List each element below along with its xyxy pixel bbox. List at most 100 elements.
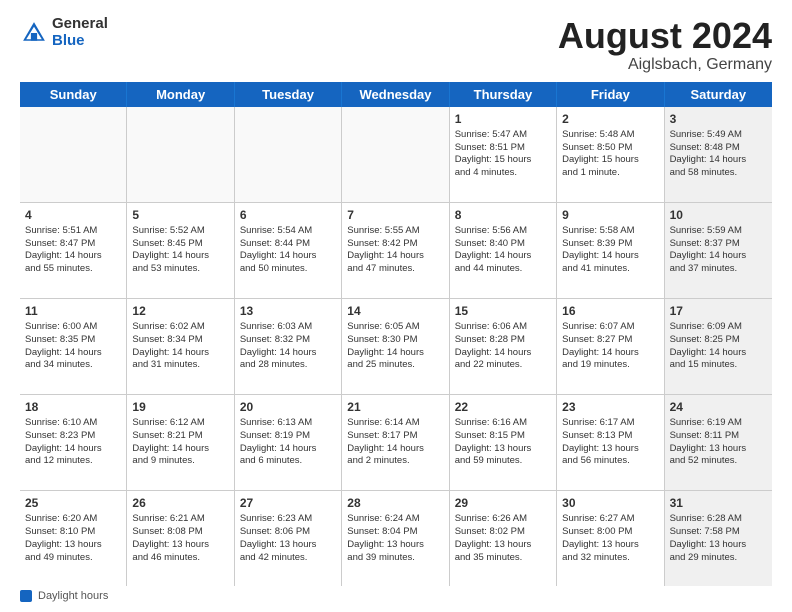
day-number-20: 20 <box>240 399 336 415</box>
cal-cell-4: 4 Sunrise: 5:51 AM Sunset: 8:47 PM Daylig… <box>20 203 127 298</box>
cal-cell-23: 23Sunrise: 6:17 AM Sunset: 8:13 PM Dayli… <box>557 395 664 490</box>
cal-cell-11: 11Sunrise: 6:00 AM Sunset: 8:35 PM Dayli… <box>20 299 127 394</box>
day-info-9: Sunrise: 5:58 AM Sunset: 8:39 PM Dayligh… <box>562 225 639 274</box>
day-info-25: Sunrise: 6:20 AM Sunset: 8:10 PM Dayligh… <box>25 513 102 562</box>
month-year: August 2024 <box>558 16 772 56</box>
cal-cell-26: 26Sunrise: 6:21 AM Sunset: 8:08 PM Dayli… <box>127 491 234 586</box>
calendar: SundayMondayTuesdayWednesdayThursdayFrid… <box>20 82 772 586</box>
day-info-14: Sunrise: 6:05 AM Sunset: 8:30 PM Dayligh… <box>347 321 424 370</box>
cal-cell-29: 29Sunrise: 6:26 AM Sunset: 8:02 PM Dayli… <box>450 491 557 586</box>
day-number-5: 5 <box>132 207 228 223</box>
cal-cell-empty-0-1 <box>127 107 234 202</box>
cal-cell-10: 10 Sunrise: 5:59 AM Sunset: 8:37 PM Dayli… <box>665 203 772 298</box>
day-info-6: Sunrise: 5:54 AM Sunset: 8:44 PM Dayligh… <box>240 225 317 274</box>
day-info-3: Sunrise: 5:49 AM Sunset: 8:48 PM Dayligh… <box>670 129 747 178</box>
calendar-row-2: 11Sunrise: 6:00 AM Sunset: 8:35 PM Dayli… <box>20 299 772 395</box>
day-number-19: 19 <box>132 399 228 415</box>
cal-cell-18: 18 Sunrise: 6:10 AM Sunset: 8:23 PM Dayli… <box>20 395 127 490</box>
cal-cell-13: 13 Sunrise: 6:03 AM Sunset: 8:32 PM Dayli… <box>235 299 342 394</box>
day-info-19: Sunrise: 6:12 AM Sunset: 8:21 PM Dayligh… <box>132 417 209 466</box>
cal-cell-27: 27 Sunrise: 6:23 AM Sunset: 8:06 PM Dayli… <box>235 491 342 586</box>
calendar-row-3: 18 Sunrise: 6:10 AM Sunset: 8:23 PM Dayli… <box>20 395 772 491</box>
day-number-11: 11 <box>25 303 121 319</box>
cal-cell-24: 24Sunrise: 6:19 AM Sunset: 8:11 PM Dayli… <box>665 395 772 490</box>
cal-cell-5: 5 Sunrise: 5:52 AM Sunset: 8:45 PM Daylig… <box>127 203 234 298</box>
cal-cell-empty-0-2 <box>235 107 342 202</box>
day-number-29: 29 <box>455 495 551 511</box>
day-info-17: Sunrise: 6:09 AM Sunset: 8:25 PM Dayligh… <box>670 321 747 370</box>
day-info-7: Sunrise: 5:55 AM Sunset: 8:42 PM Dayligh… <box>347 225 424 274</box>
day-number-17: 17 <box>670 303 767 319</box>
cal-cell-22: 22 Sunrise: 6:16 AM Sunset: 8:15 PM Dayli… <box>450 395 557 490</box>
day-number-14: 14 <box>347 303 443 319</box>
weekday-header-saturday: Saturday <box>665 82 772 107</box>
day-number-30: 30 <box>562 495 658 511</box>
day-info-1: Sunrise: 5:47 AM Sunset: 8:51 PM Dayligh… <box>455 129 532 178</box>
day-info-21: Sunrise: 6:14 AM Sunset: 8:17 PM Dayligh… <box>347 417 424 466</box>
cal-cell-28: 28Sunrise: 6:24 AM Sunset: 8:04 PM Dayli… <box>342 491 449 586</box>
calendar-header: SundayMondayTuesdayWednesdayThursdayFrid… <box>20 82 772 107</box>
day-info-20: Sunrise: 6:13 AM Sunset: 8:19 PM Dayligh… <box>240 417 317 466</box>
weekday-header-monday: Monday <box>127 82 234 107</box>
day-number-18: 18 <box>25 399 121 415</box>
cal-cell-16: 16Sunrise: 6:07 AM Sunset: 8:27 PM Dayli… <box>557 299 664 394</box>
footer-icon <box>20 590 32 602</box>
day-info-18: Sunrise: 6:10 AM Sunset: 8:23 PM Dayligh… <box>25 417 102 466</box>
day-number-4: 4 <box>25 207 121 223</box>
logo-general: General <box>52 16 108 33</box>
footer: Daylight hours <box>20 590 772 602</box>
cal-cell-7: 7 Sunrise: 5:55 AM Sunset: 8:42 PM Daylig… <box>342 203 449 298</box>
calendar-row-1: 4 Sunrise: 5:51 AM Sunset: 8:47 PM Daylig… <box>20 203 772 299</box>
day-info-2: Sunrise: 5:48 AM Sunset: 8:50 PM Dayligh… <box>562 129 639 178</box>
cal-cell-3: 3 Sunrise: 5:49 AM Sunset: 8:48 PM Daylig… <box>665 107 772 202</box>
day-info-13: Sunrise: 6:03 AM Sunset: 8:32 PM Dayligh… <box>240 321 317 370</box>
day-number-10: 10 <box>670 207 767 223</box>
day-number-15: 15 <box>455 303 551 319</box>
cal-cell-9: 9 Sunrise: 5:58 AM Sunset: 8:39 PM Daylig… <box>557 203 664 298</box>
day-info-31: Sunrise: 6:28 AM Sunset: 7:58 PM Dayligh… <box>670 513 747 562</box>
day-info-10: Sunrise: 5:59 AM Sunset: 8:37 PM Dayligh… <box>670 225 747 274</box>
day-info-15: Sunrise: 6:06 AM Sunset: 8:28 PM Dayligh… <box>455 321 532 370</box>
cal-cell-21: 21Sunrise: 6:14 AM Sunset: 8:17 PM Dayli… <box>342 395 449 490</box>
cal-cell-6: 6 Sunrise: 5:54 AM Sunset: 8:44 PM Daylig… <box>235 203 342 298</box>
logo-blue: Blue <box>52 33 108 50</box>
day-info-4: Sunrise: 5:51 AM Sunset: 8:47 PM Dayligh… <box>25 225 102 274</box>
cal-cell-15: 15 Sunrise: 6:06 AM Sunset: 8:28 PM Dayli… <box>450 299 557 394</box>
day-number-13: 13 <box>240 303 336 319</box>
day-info-8: Sunrise: 5:56 AM Sunset: 8:40 PM Dayligh… <box>455 225 532 274</box>
day-number-2: 2 <box>562 111 658 127</box>
weekday-header-thursday: Thursday <box>450 82 557 107</box>
cal-cell-25: 25 Sunrise: 6:20 AM Sunset: 8:10 PM Dayli… <box>20 491 127 586</box>
cal-cell-8: 8Sunrise: 5:56 AM Sunset: 8:40 PM Daylig… <box>450 203 557 298</box>
day-number-22: 22 <box>455 399 551 415</box>
cal-cell-1: 1 Sunrise: 5:47 AM Sunset: 8:51 PM Daylig… <box>450 107 557 202</box>
day-number-26: 26 <box>132 495 228 511</box>
day-info-22: Sunrise: 6:16 AM Sunset: 8:15 PM Dayligh… <box>455 417 532 466</box>
day-info-12: Sunrise: 6:02 AM Sunset: 8:34 PM Dayligh… <box>132 321 209 370</box>
day-info-5: Sunrise: 5:52 AM Sunset: 8:45 PM Dayligh… <box>132 225 209 274</box>
weekday-header-friday: Friday <box>557 82 664 107</box>
day-info-27: Sunrise: 6:23 AM Sunset: 8:06 PM Dayligh… <box>240 513 317 562</box>
day-number-25: 25 <box>25 495 121 511</box>
cal-cell-20: 20 Sunrise: 6:13 AM Sunset: 8:19 PM Dayli… <box>235 395 342 490</box>
day-number-3: 3 <box>670 111 767 127</box>
cal-cell-19: 19 Sunrise: 6:12 AM Sunset: 8:21 PM Dayli… <box>127 395 234 490</box>
weekday-header-wednesday: Wednesday <box>342 82 449 107</box>
calendar-body: 1 Sunrise: 5:47 AM Sunset: 8:51 PM Daylig… <box>20 107 772 586</box>
cal-cell-30: 30Sunrise: 6:27 AM Sunset: 8:00 PM Dayli… <box>557 491 664 586</box>
day-number-9: 9 <box>562 207 658 223</box>
day-number-7: 7 <box>347 207 443 223</box>
cal-cell-31: 31Sunrise: 6:28 AM Sunset: 7:58 PM Dayli… <box>665 491 772 586</box>
location: Aiglsbach, Germany <box>558 56 772 74</box>
cal-cell-empty-0-3 <box>342 107 449 202</box>
weekday-header-sunday: Sunday <box>20 82 127 107</box>
day-number-27: 27 <box>240 495 336 511</box>
cal-cell-empty-0-0 <box>20 107 127 202</box>
cal-cell-14: 14 Sunrise: 6:05 AM Sunset: 8:30 PM Dayli… <box>342 299 449 394</box>
logo: General Blue <box>20 16 108 49</box>
day-number-6: 6 <box>240 207 336 223</box>
weekday-header-tuesday: Tuesday <box>235 82 342 107</box>
day-info-16: Sunrise: 6:07 AM Sunset: 8:27 PM Dayligh… <box>562 321 639 370</box>
day-number-28: 28 <box>347 495 443 511</box>
day-number-1: 1 <box>455 111 551 127</box>
